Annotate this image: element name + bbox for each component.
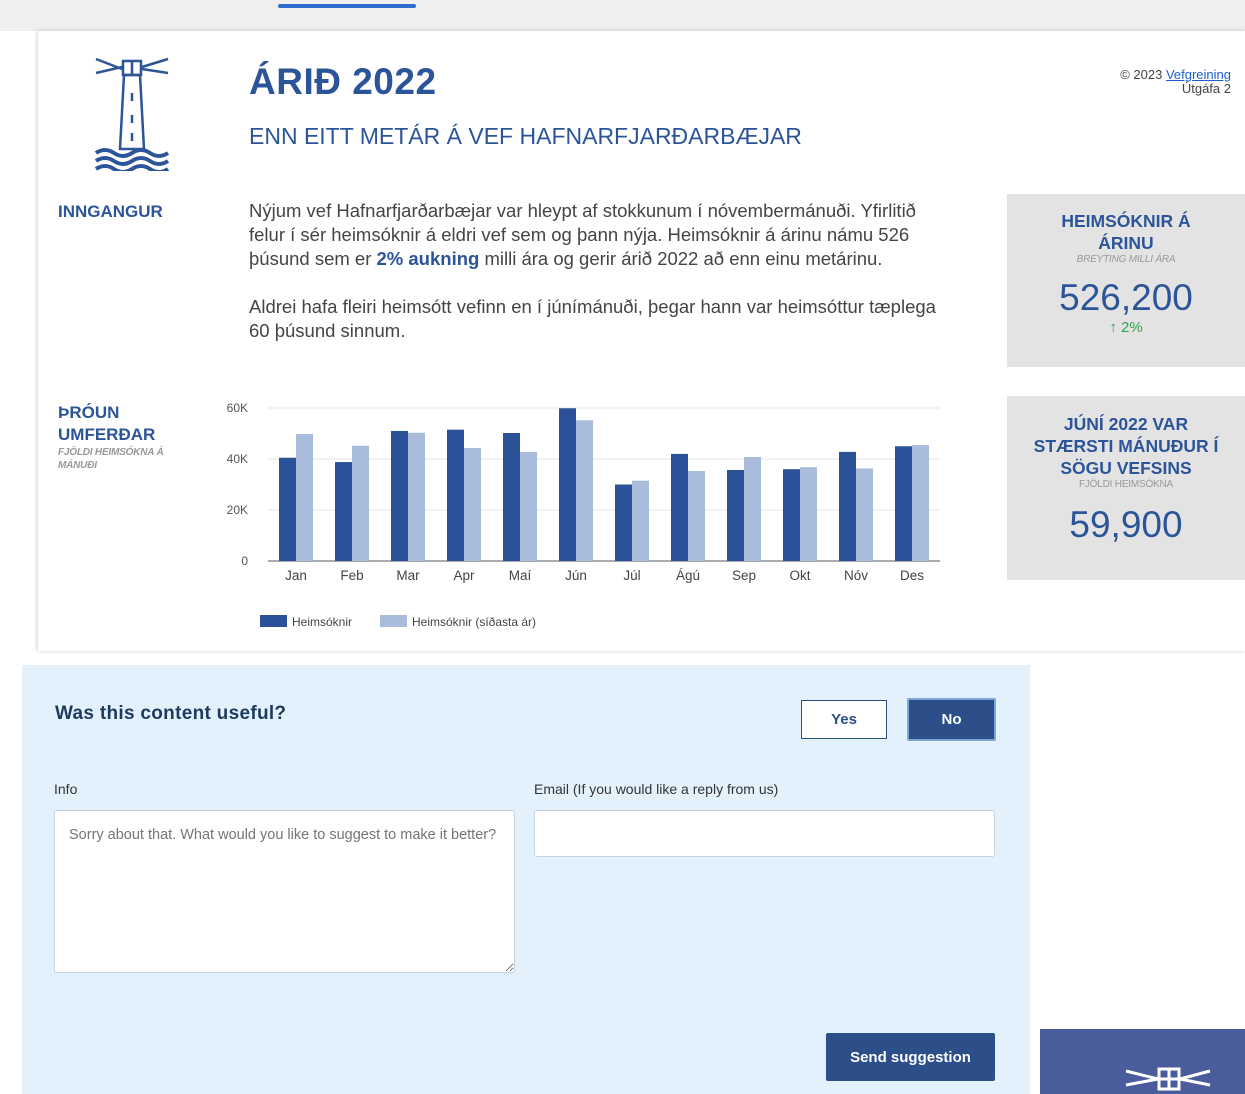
x-tick-label: Maí: [509, 568, 532, 583]
kpi-june-title: JÚNÍ 2022 VAR STÆRSTI MÁNUÐUR Í SÖGU VEF…: [1033, 414, 1219, 478]
kpi-yearly-visits: HEIMSÓKNIR Á ÁRINU BREYTING MILLI ÁRA 52…: [1007, 194, 1245, 367]
x-tick-label: Nóv: [844, 568, 868, 583]
x-tick-label: Jan: [285, 568, 307, 583]
lighthouse-icon: [94, 57, 170, 171]
x-tick-label: Júl: [623, 568, 640, 583]
y-tick-label: 60K: [227, 401, 248, 415]
feedback-panel: Was this content useful? Yes No Info Ema…: [22, 665, 1030, 1094]
kpi-yearly-value: 526,200: [1059, 277, 1193, 318]
email-label: Email (If you would like a reply from us…: [534, 781, 779, 797]
bar-current: [895, 446, 912, 561]
bar-current: [671, 453, 688, 561]
bar-current: [615, 484, 632, 561]
bar-current: [783, 469, 800, 561]
kpi-june-value: 59,900: [1069, 504, 1183, 545]
no-button[interactable]: No: [907, 698, 996, 741]
bar-current: [559, 408, 576, 561]
kpi-june-record: JÚNÍ 2022 VAR STÆRSTI MÁNUÐUR Í SÖGU VEF…: [1007, 396, 1245, 580]
page-title: ÁRIÐ 2022: [249, 61, 437, 102]
monthly-visits-chart: 0 20K 40K 60K Jan Feb Mar Apr Maí Jún Júl Ágú Sep Okt…: [227, 401, 940, 629]
feedback-question: Was this content useful?: [55, 703, 287, 724]
x-tick-label: Des: [900, 568, 924, 583]
version-label: Útgáfa 2: [1181, 81, 1231, 96]
bar-current: [727, 469, 744, 561]
intro-p1-highlight: 2% aukning: [376, 248, 480, 269]
kpi-yearly-title: HEIMSÓKNIR Á ÁRINU: [1061, 211, 1191, 253]
y-tick-label: 0: [241, 554, 248, 568]
traffic-heading-line1: ÞRÓUN: [58, 403, 120, 422]
kpi-june-sub: FJÖLDI HEIMSÓKNA: [1078, 479, 1174, 490]
footer-logo: [1040, 1029, 1245, 1094]
intro-paragraph-2: Aldrei hafa fleiri heimsótt vefinn en í …: [249, 296, 936, 341]
report-card: ÁRIÐ 2022 ENN EITT METÁR Á VEF HAFNARFJA…: [38, 31, 1245, 651]
intro-heading: INNGANGUR: [58, 202, 163, 221]
x-tick-label: Apr: [453, 568, 475, 583]
x-tick-label: Mar: [396, 568, 420, 583]
bar-current: [839, 451, 856, 561]
yes-button[interactable]: Yes: [801, 700, 887, 739]
bar-previous: [800, 467, 817, 561]
x-tick-label: Jún: [565, 568, 587, 583]
bar-previous: [912, 444, 929, 561]
vefgreining-link[interactable]: Vefgreining: [1166, 67, 1231, 82]
send-suggestion-button[interactable]: Send suggestion: [826, 1033, 995, 1081]
traffic-subheading: FJÖLDI HEIMSÓKNA Á MÁNUÐI: [58, 447, 164, 471]
active-tab-indicator[interactable]: [278, 4, 416, 8]
bar-previous: [464, 448, 481, 561]
bar-current: [391, 430, 408, 561]
copyright: © 2023 Vefgreining Útgáfa 2: [1120, 68, 1231, 96]
traffic-heading: ÞRÓUN UMFERÐAR FJÖLDI HEIMSÓKNA Á MÁNUÐI: [58, 402, 183, 472]
bar-previous: [296, 434, 313, 561]
intro-paragraph-1: Nýjum vef Hafnarfjarðarbæjar var hleypt …: [249, 199, 939, 271]
bar-previous: [632, 480, 649, 561]
traffic-heading-line2: UMFERÐAR: [58, 425, 156, 444]
bar-previous: [856, 468, 873, 561]
intro-p1-end: milli ára og gerir árið 2022 að enn einu…: [479, 248, 883, 269]
bar-previous: [744, 456, 761, 561]
bar-previous: [688, 470, 705, 561]
y-tick-label: 20K: [227, 503, 248, 517]
copyright-prefix: © 2023: [1120, 67, 1166, 82]
kpi-yearly-change: ↑ 2%: [1109, 319, 1143, 336]
y-tick-label: 40K: [227, 452, 248, 466]
bar-current: [447, 429, 464, 561]
bar-previous: [520, 451, 537, 561]
x-tick-label: Sep: [732, 568, 756, 583]
x-tick-label: Okt: [789, 568, 810, 583]
legend-swatch: [260, 615, 287, 627]
x-tick-label: Feb: [340, 568, 363, 583]
legend-label: Heimsóknir: [292, 615, 352, 629]
lighthouse-footer-icon: [1125, 1067, 1211, 1091]
email-field[interactable]: [534, 810, 995, 857]
kpi-yearly-sub: BREYTING MILLI ÁRA: [1076, 254, 1176, 265]
bar-current: [503, 432, 520, 561]
bar-current: [279, 457, 296, 561]
legend-label: Heimsóknir (síðasta ár): [412, 615, 536, 629]
page-subtitle: ENN EITT METÁR Á VEF HAFNARFJARÐARBÆJAR: [249, 123, 802, 149]
x-tick-label: Ágú: [676, 568, 700, 583]
intro-text: Nýjum vef Hafnarfjarðarbæjar var hleypt …: [249, 199, 939, 367]
bar-previous: [576, 420, 593, 561]
bar-previous: [352, 445, 369, 561]
legend-swatch: [380, 615, 407, 627]
top-bar: [0, 0, 1245, 31]
info-textarea[interactable]: [54, 810, 515, 973]
bar-current: [335, 462, 352, 561]
bar-previous: [408, 432, 425, 561]
info-label: Info: [54, 781, 78, 797]
